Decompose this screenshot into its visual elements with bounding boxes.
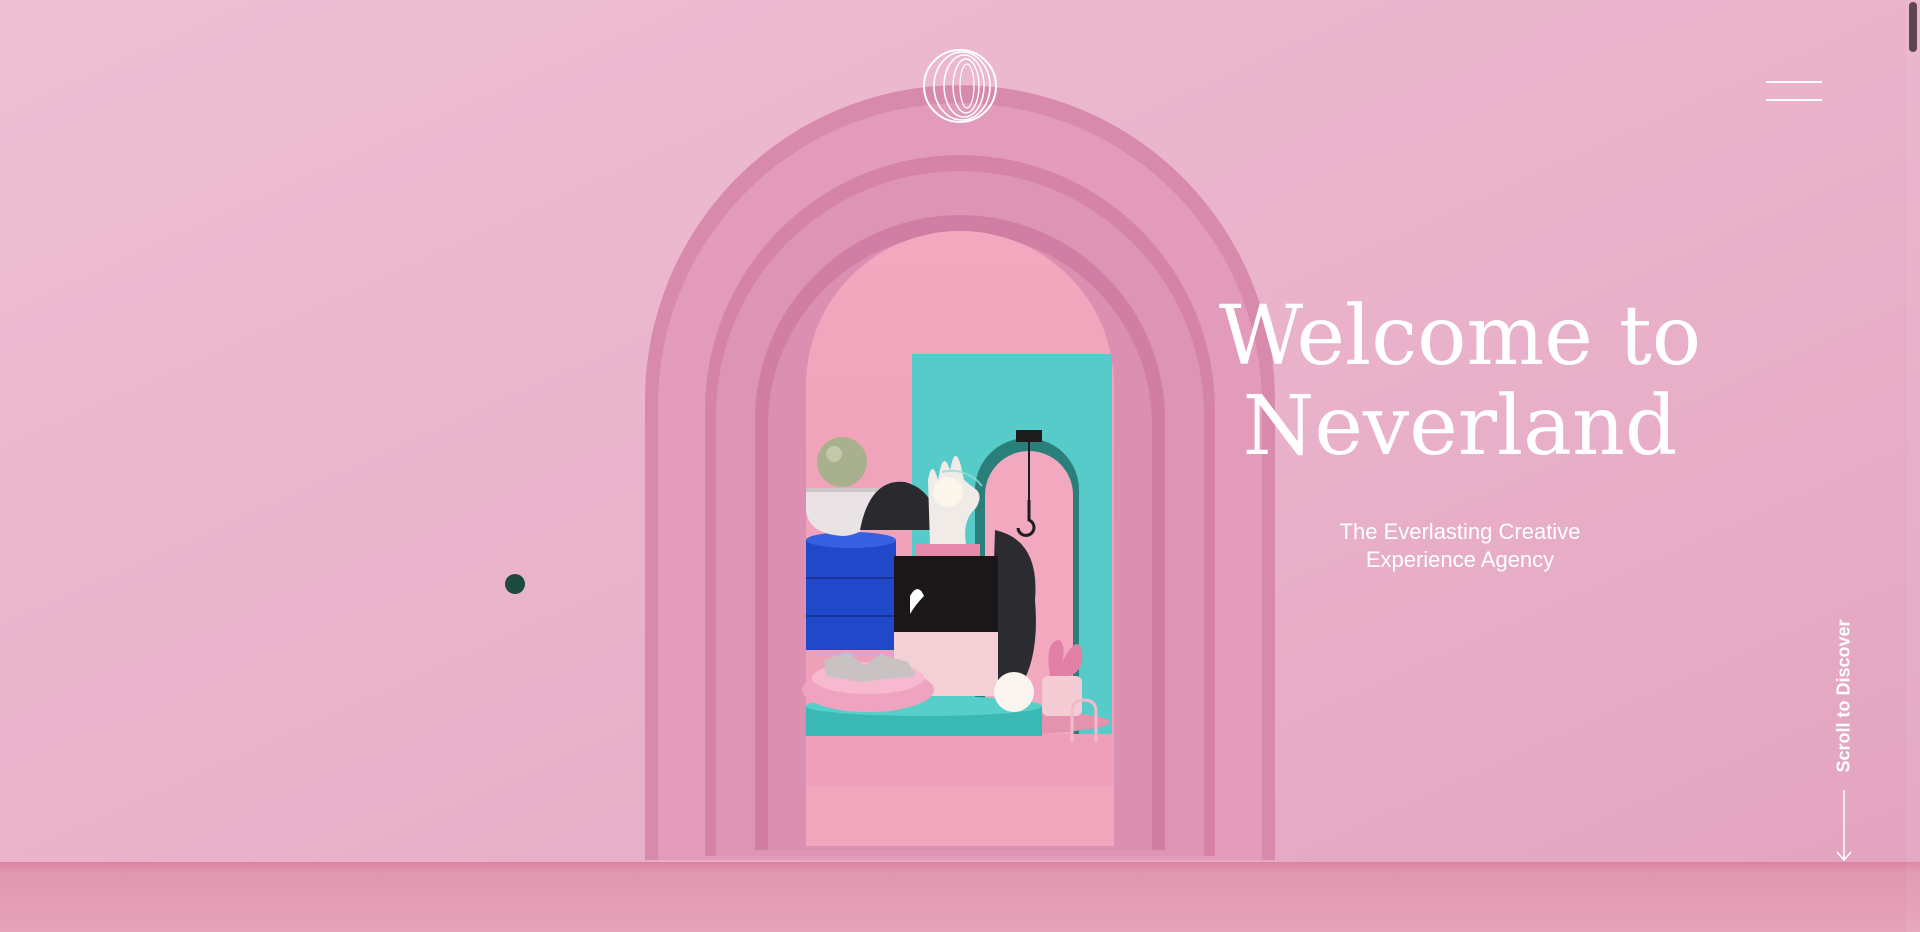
hand-base — [916, 544, 980, 556]
stage-base — [806, 740, 1114, 786]
inner-floor — [806, 786, 1114, 846]
blue-cylinder — [806, 540, 896, 650]
scroll-label: Scroll to Discover — [1833, 619, 1854, 773]
pink-vase — [1042, 676, 1082, 716]
scrollbar-thumb[interactable] — [1909, 2, 1917, 52]
arrow-down-icon — [1836, 790, 1852, 862]
white-sphere — [994, 672, 1034, 712]
hero-title-line-2: Neverland — [1242, 379, 1678, 474]
page-scrollbar[interactable] — [1906, 0, 1920, 932]
hook-mount — [1016, 430, 1042, 442]
black-cube — [894, 556, 998, 632]
hero-title: Welcome to Neverland — [1150, 292, 1770, 472]
sage-sphere — [817, 437, 867, 487]
glowing-orb — [933, 477, 963, 507]
hero-section: Welcome to Neverland The Everlasting Cre… — [0, 0, 1920, 932]
menu-bar-bottom — [1766, 99, 1822, 101]
hero-tagline-line-1: The Everlasting Creative — [1339, 519, 1581, 544]
hero-title-line-1: Welcome to — [1218, 289, 1702, 384]
hero-tagline: The Everlasting Creative Experience Agen… — [1260, 518, 1660, 574]
menu-bar-top — [1766, 81, 1822, 83]
concentric-rings-logo-icon[interactable] — [920, 46, 1000, 126]
scroll-to-discover[interactable]: Scroll to Discover — [1824, 618, 1864, 864]
hamburger-menu-icon[interactable] — [1762, 78, 1824, 106]
cursor-dot — [505, 574, 525, 594]
pink-floor — [0, 862, 1920, 932]
hero-tagline-line-2: Experience Agency — [1365, 547, 1555, 572]
